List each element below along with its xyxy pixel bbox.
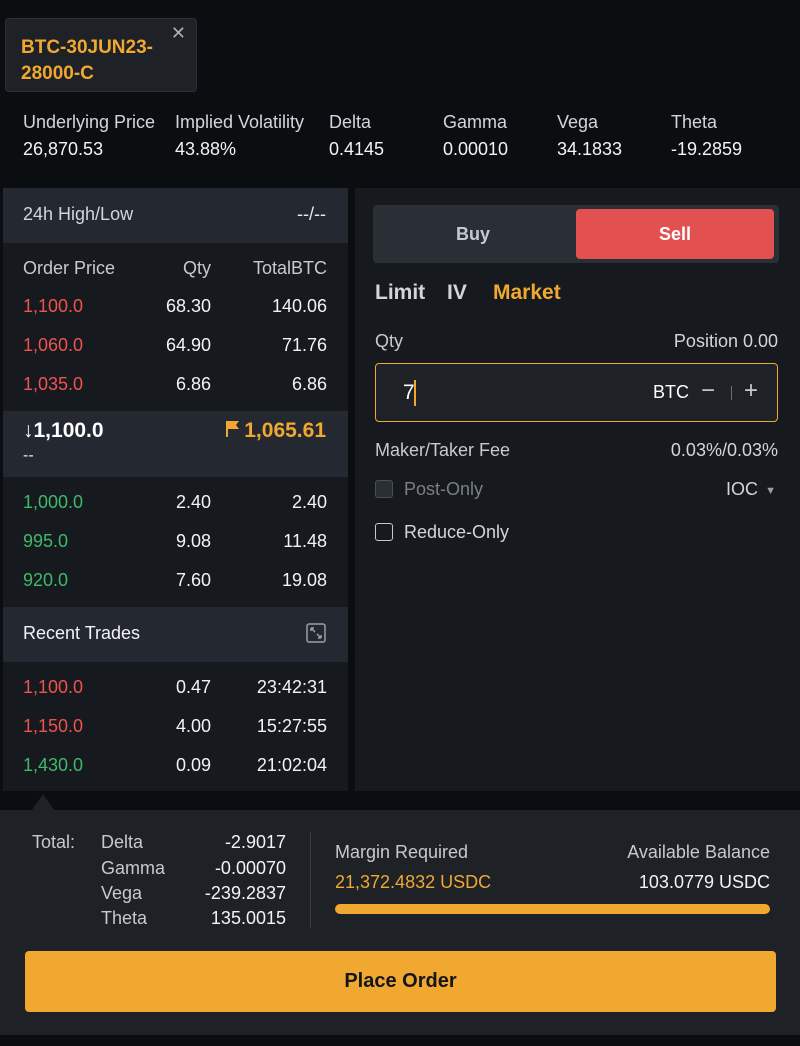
greek-implied-volatility: Implied Volatility 43.88% — [175, 112, 305, 159]
total-theta: Theta 135.0015 — [101, 908, 286, 928]
qty-unit: BTC — [653, 382, 689, 402]
stepper-divider — [731, 386, 732, 400]
qty-value: 7 — [403, 381, 415, 404]
caret-down-icon[interactable]: ▼ — [765, 479, 776, 503]
ask-row[interactable]: 1,035.0 6.86 6.86 — [3, 374, 348, 400]
totals-label: Total: — [32, 832, 76, 852]
greek-vega: Vega 34.1833 — [557, 112, 623, 159]
trade-row: 1,430.0 0.09 21:02:04 — [23, 755, 327, 775]
tab-market[interactable]: Market — [493, 281, 561, 305]
trade-row: 1,150.0 4.00 15:27:55 — [23, 716, 327, 736]
total-gamma: Gamma -0.00070 — [101, 858, 286, 878]
side-toggle: Buy Sell — [373, 205, 779, 263]
tif-select[interactable]: IOC — [726, 479, 758, 500]
orderbook-header: Order Price Qty TotalBTC — [3, 258, 348, 282]
bid-row[interactable]: 920.0 7.60 19.08 — [3, 570, 348, 596]
text-caret — [414, 380, 416, 406]
post-only-checkbox[interactable] — [375, 480, 393, 498]
last-price-row: ↓1,100.0 -- 1,065.61 — [3, 411, 348, 477]
fee-label: Maker/Taker Fee — [375, 440, 511, 460]
bid-row[interactable]: 995.0 9.08 11.48 — [3, 531, 348, 557]
totals-divider — [310, 832, 311, 928]
high-low-row: 24h High/Low --/-- — [3, 188, 348, 243]
recent-trades-header: Recent Trades — [3, 607, 348, 662]
arrow-down-icon: ↓ — [23, 419, 34, 442]
ask-row[interactable]: 1,100.0 68.30 140.06 — [3, 296, 348, 322]
post-only-label: Post-Only — [404, 479, 484, 499]
close-icon[interactable]: ✕ — [171, 23, 186, 44]
bid-row[interactable]: 1,000.0 2.40 2.40 — [3, 492, 348, 518]
greek-delta: Delta 0.4145 — [329, 112, 385, 159]
greek-gamma: Gamma 0.00010 — [443, 112, 509, 159]
plus-icon[interactable]: + — [744, 377, 758, 405]
last-price: ↓1,100.0 — [23, 419, 104, 442]
instrument-title: BTC-30JUN23-28000-C — [21, 37, 153, 84]
expand-icon[interactable] — [306, 623, 326, 643]
mark-price: 1,065.61 — [225, 419, 326, 443]
position-value: Position 0.00 — [673, 331, 778, 351]
col-qty: Qty — [182, 258, 211, 278]
greeks-bar: Underlying Price 26,870.53 Implied Volat… — [0, 110, 800, 170]
tab-limit[interactable]: Limit — [375, 281, 425, 305]
panel-pointer — [32, 794, 54, 810]
reduce-only-checkbox[interactable] — [375, 523, 393, 541]
order-form-panel: Buy Sell Limit IV Market Qty Position 0.… — [355, 188, 800, 791]
col-order-price: Order Price — [23, 258, 116, 278]
qty-label: Qty — [375, 331, 404, 351]
available-balance-value: 103.0779 USDC — [638, 872, 770, 892]
available-balance-label: Available Balance — [627, 842, 770, 862]
reduce-only-label: Reduce-Only — [404, 522, 510, 542]
margin-required-value: 21,372.4832 USDC — [335, 872, 492, 892]
minus-icon[interactable]: − — [701, 377, 715, 405]
instrument-tab[interactable]: BTC-30JUN23-28000-C ✕ — [5, 18, 197, 92]
ask-row[interactable]: 1,060.0 64.90 71.76 — [3, 335, 348, 361]
buy-button[interactable]: Buy — [373, 205, 573, 263]
total-delta: Delta -2.9017 — [101, 832, 286, 852]
total-vega: Vega -239.2837 — [101, 883, 286, 903]
flag-icon — [226, 421, 240, 437]
fee-value: 0.03%/0.03% — [670, 440, 778, 460]
sell-button[interactable]: Sell — [576, 209, 774, 259]
col-total: TotalBTC — [252, 258, 327, 278]
margin-required-label: Margin Required — [335, 842, 469, 862]
place-order-button[interactable]: Place Order — [25, 951, 776, 1012]
greek-underlying-price: Underlying Price 26,870.53 — [23, 112, 156, 159]
tab-iv[interactable]: IV — [447, 281, 467, 305]
totals-panel: Total: Delta -2.9017 Gamma -0.00070 Vega… — [0, 810, 800, 1035]
greek-theta: Theta -19.2859 — [671, 112, 743, 159]
trade-row: 1,100.0 0.47 23:42:31 — [23, 677, 327, 697]
margin-usage-bar — [335, 904, 770, 914]
qty-input[interactable]: 7 BTC − + — [375, 363, 778, 422]
orderbook-panel: 24h High/Low --/-- Order Price Qty Total… — [3, 188, 348, 791]
